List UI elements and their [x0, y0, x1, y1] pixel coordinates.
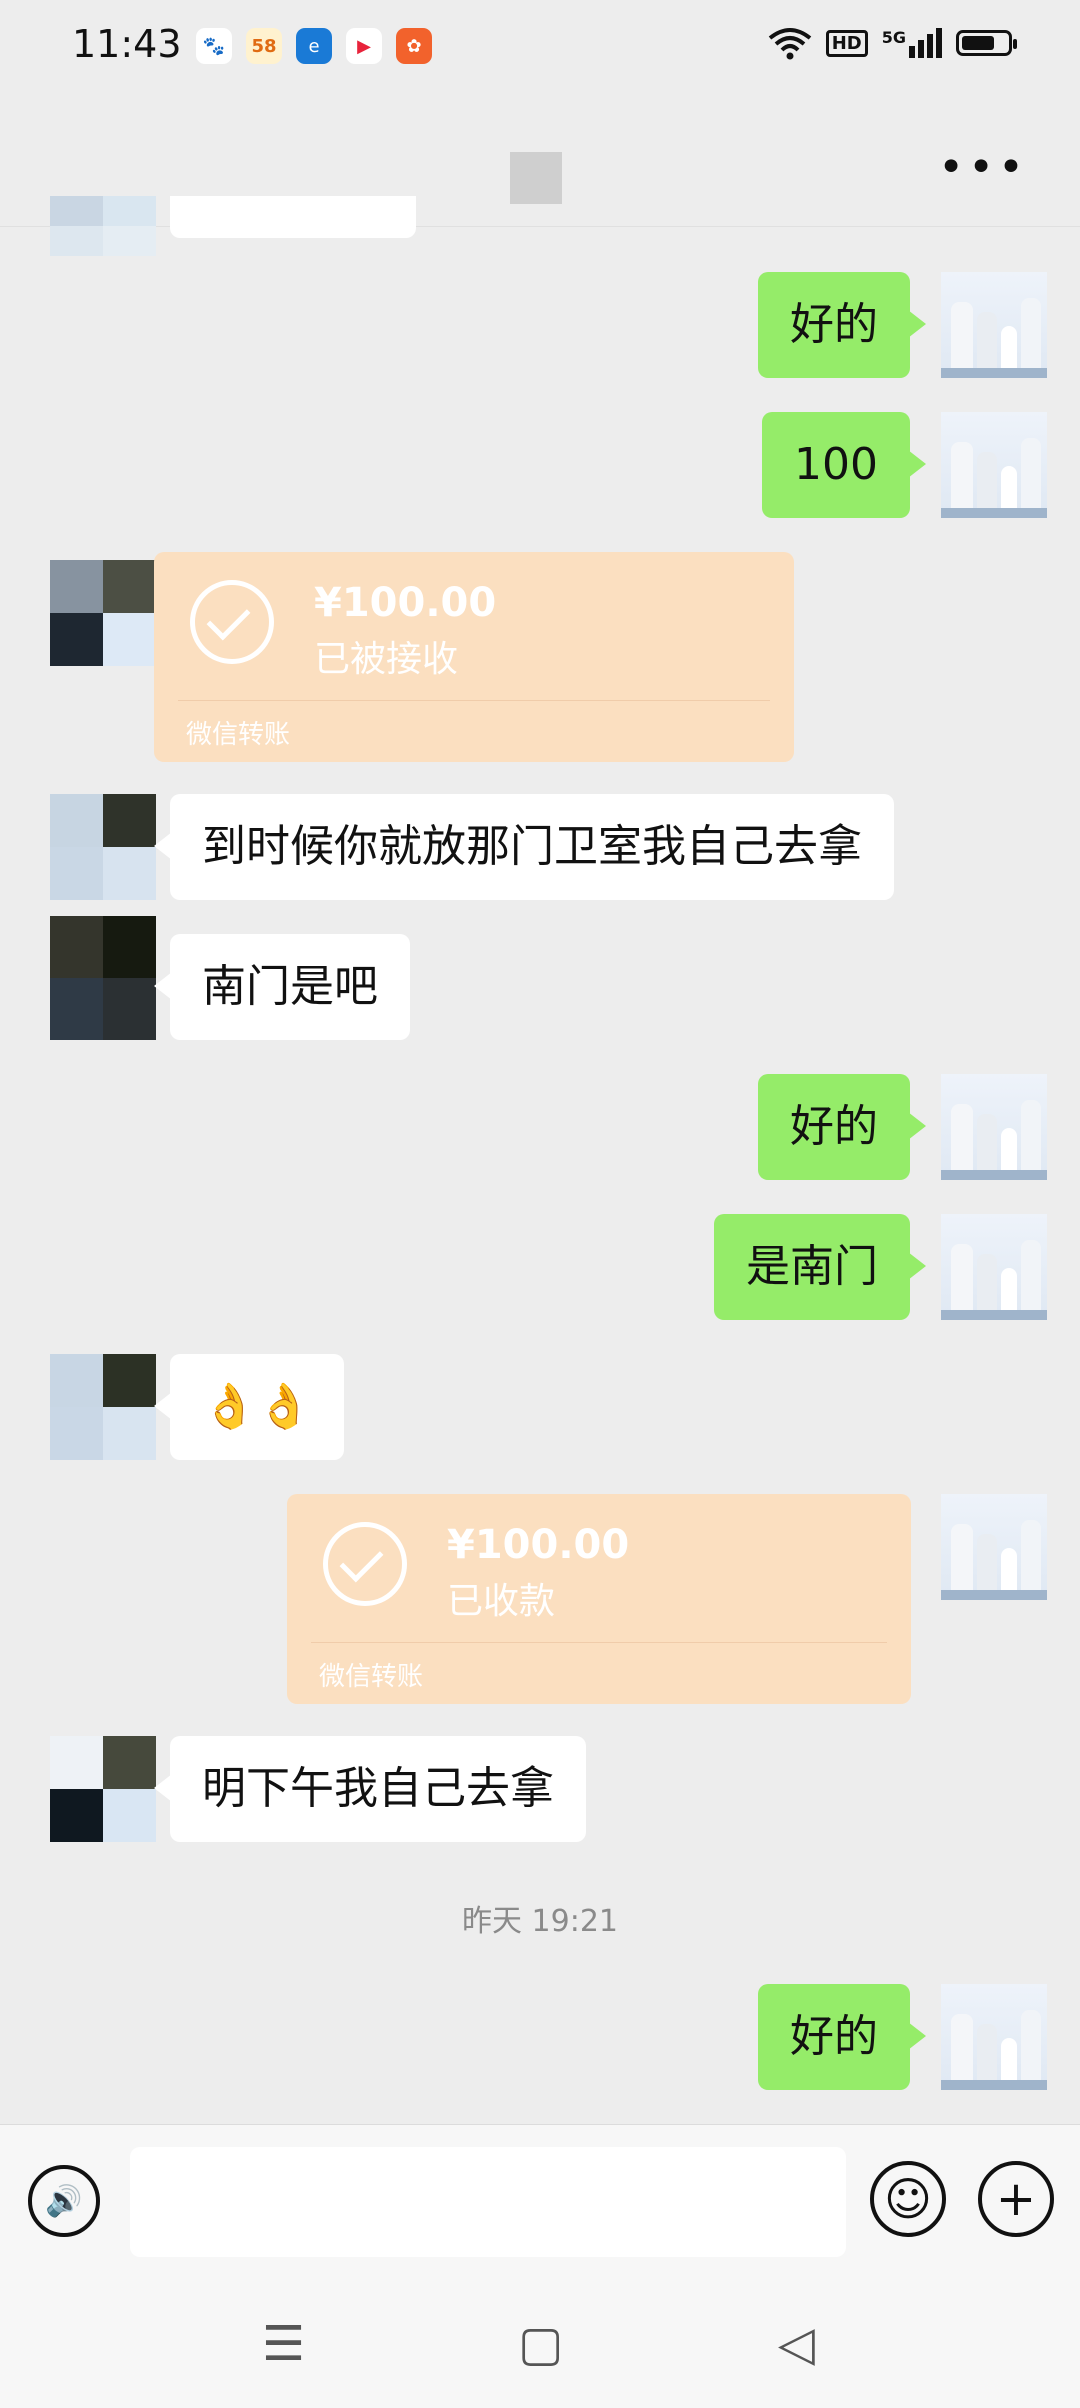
- my-avatar[interactable]: [941, 412, 1047, 518]
- emoji-button[interactable]: ☺: [870, 2161, 946, 2237]
- browser-icon: e: [296, 28, 332, 64]
- contact-avatar[interactable]: [50, 916, 156, 1040]
- my-message-bubble[interactable]: 好的: [758, 1074, 926, 1180]
- message-row: 到时候你就放那门卫室我自己去拿: [0, 794, 1080, 900]
- kuaishou-icon: ✿: [396, 28, 432, 64]
- emoji-icon: ☺: [884, 2172, 932, 2226]
- transfer-status: 已被接收: [314, 639, 459, 680]
- status-bar: 11:43 🐾 58 e ▶ ✿ HD 5G: [0, 0, 1080, 96]
- wifi-icon: [768, 28, 811, 60]
- contact-message-bubble[interactable]: 👌👌: [154, 1354, 344, 1460]
- message-row: 是南门: [0, 1214, 1080, 1320]
- battery-icon: [956, 30, 1017, 56]
- my-avatar[interactable]: [941, 1494, 1047, 1600]
- message-input[interactable]: [130, 2147, 846, 2257]
- transfer-divider: [178, 700, 770, 701]
- my-avatar[interactable]: [941, 1074, 1047, 1180]
- check-circle-icon: [190, 580, 274, 664]
- message-row: 好的: [0, 1984, 1080, 2090]
- partial-message-row: [0, 196, 1080, 256]
- more-options-button[interactable]: •••: [938, 142, 1028, 193]
- contact-message-bubble[interactable]: 到时候你就放那门卫室我自己去拿: [154, 794, 894, 900]
- partial-bubble: [170, 196, 416, 238]
- transfer-card[interactable]: ¥100.00 已被接收 微信转账: [154, 552, 794, 762]
- my-message-bubble[interactable]: 好的: [758, 272, 926, 378]
- transfer-status: 已收款: [447, 1581, 556, 1622]
- contact-avatar[interactable]: [50, 794, 156, 900]
- contact-avatar[interactable]: [50, 196, 156, 256]
- my-avatar[interactable]: [941, 272, 1047, 378]
- my-avatar[interactable]: [941, 1984, 1047, 2090]
- clock: 11:43: [72, 22, 182, 66]
- network-label: 5G: [881, 28, 906, 47]
- home-nav-button[interactable]: ▢: [518, 2316, 563, 2372]
- my-message-bubble[interactable]: 是南门: [714, 1214, 926, 1320]
- message-timestamp: 昨天 19:21: [462, 1904, 618, 1939]
- baidu-icon: 🐾: [196, 28, 232, 64]
- message-row: 好的: [0, 272, 1080, 378]
- transfer-source: 微信转账: [186, 720, 291, 750]
- message-row: 👌👌: [0, 1354, 1080, 1460]
- message-row: 100: [0, 412, 1080, 518]
- menu-nav-button[interactable]: ☰: [262, 2316, 305, 2372]
- message-row: ¥100.00 已被接收 微信转账: [0, 552, 1080, 762]
- system-nav-bar: ☰ ▢ ◁: [0, 2276, 1080, 2408]
- more-functions-button[interactable]: +: [978, 2161, 1054, 2237]
- transfer-card[interactable]: ¥100.00 已收款 微信转账: [287, 1494, 911, 1704]
- voice-icon: 🔊: [45, 2183, 83, 2219]
- contact-message-bubble[interactable]: 明下午我自己去拿: [154, 1736, 586, 1842]
- contact-avatar[interactable]: [50, 1354, 156, 1460]
- contact-avatar[interactable]: [50, 560, 156, 666]
- transfer-amount: ¥100.00: [447, 1522, 630, 1568]
- my-message-bubble[interactable]: 100: [762, 412, 926, 518]
- back-nav-button[interactable]: ◁: [778, 2316, 815, 2372]
- system-icons: HD 5G: [768, 26, 1017, 60]
- video-icon: ▶: [346, 28, 382, 64]
- input-bar: 🔊 ☺ +: [0, 2124, 1080, 2277]
- signal-icon: 5G: [882, 28, 942, 58]
- message-row: ¥100.00 已收款 微信转账: [0, 1494, 1080, 1704]
- message-row: 明下午我自己去拿: [0, 1736, 1080, 1842]
- transfer-source: 微信转账: [319, 1662, 424, 1692]
- check-circle-icon: [323, 1522, 407, 1606]
- message-row: 南门是吧: [0, 916, 1080, 1040]
- transfer-divider: [311, 1642, 887, 1643]
- contact-avatar[interactable]: [50, 1736, 156, 1842]
- message-row: 好的: [0, 1074, 1080, 1180]
- hd-icon: HD: [825, 29, 868, 57]
- my-avatar[interactable]: [941, 1214, 1047, 1320]
- contact-message-bubble[interactable]: 南门是吧: [154, 934, 410, 1040]
- my-message-bubble[interactable]: 好的: [758, 1984, 926, 2090]
- transfer-amount: ¥100.00: [314, 580, 497, 626]
- notification-icons: 🐾 58 e ▶ ✿: [196, 28, 432, 64]
- plus-icon: +: [995, 2171, 1037, 2227]
- voice-input-button[interactable]: 🔊: [28, 2165, 100, 2237]
- 58-icon: 58: [246, 28, 282, 64]
